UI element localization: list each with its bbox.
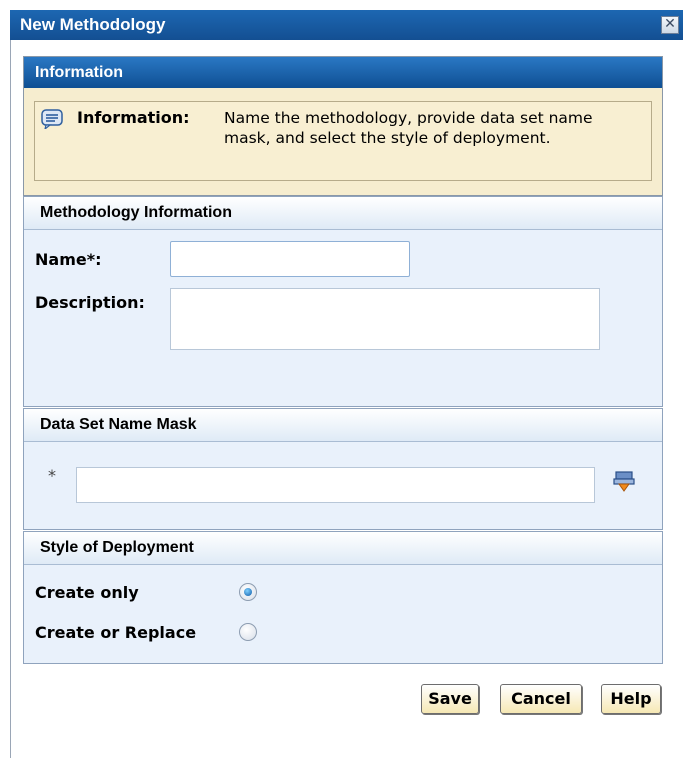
data-set-name-mask-section: Data Set Name Mask * [23, 408, 663, 530]
cancel-button[interactable]: Cancel [500, 684, 582, 714]
data-set-name-mask-header: Data Set Name Mask [24, 409, 662, 442]
dialog-title: New Methodology [20, 15, 166, 34]
description-label: Description: [35, 293, 145, 312]
style-of-deployment-body: Create only Create or Replace [24, 565, 662, 663]
create-only-radio[interactable] [239, 583, 257, 601]
dialog-titlebar: New Methodology ✕ [10, 10, 683, 40]
speech-bubble-icon [41, 109, 63, 129]
new-methodology-dialog: New Methodology ✕ Information Informatio… [0, 0, 683, 758]
create-or-replace-label: Create or Replace [35, 623, 197, 642]
information-box: Information: Name the methodology, provi… [34, 101, 652, 181]
style-of-deployment-section: Style of Deployment Create only Create o… [23, 531, 663, 664]
information-section: Information Information: Name the method… [23, 56, 663, 196]
description-textarea[interactable] [170, 288, 600, 350]
lookup-tool-icon[interactable] [613, 470, 635, 492]
dialog-left-border [10, 10, 11, 758]
data-set-name-mask-input[interactable] [76, 467, 595, 503]
save-button[interactable]: Save [421, 684, 479, 714]
information-header: Information [24, 57, 662, 88]
information-text: Name the methodology, provide data set n… [224, 109, 593, 147]
required-marker: * [48, 466, 56, 485]
create-or-replace-radio[interactable] [239, 623, 257, 641]
create-only-label: Create only [35, 583, 139, 602]
name-label: Name*: [35, 250, 102, 269]
close-icon[interactable]: ✕ [661, 16, 679, 34]
information-label: Information: [77, 108, 190, 127]
methodology-information-body: Name*: Description: [24, 230, 662, 406]
help-button[interactable]: Help [601, 684, 661, 714]
style-of-deployment-header: Style of Deployment [24, 532, 662, 565]
methodology-information-header: Methodology Information [24, 197, 662, 230]
name-input[interactable] [170, 241, 410, 277]
methodology-information-section: Methodology Information Name*: Descripti… [23, 196, 663, 407]
data-set-name-mask-body: * [24, 442, 662, 529]
